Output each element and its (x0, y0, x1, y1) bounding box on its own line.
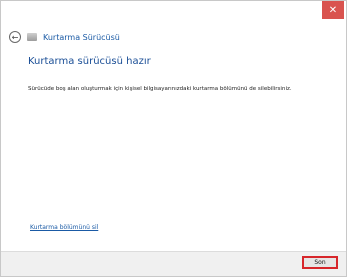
back-arrow-icon: ← (11, 32, 19, 42)
main-content: Kurtarma sürücüsü hazır Sürücüde boş ala… (28, 56, 326, 236)
nav-bar: ← Kurtarma Sürücüsü (9, 29, 120, 45)
close-icon: ✕ (328, 4, 338, 16)
description-text: Sürücüde boş alan oluşturmak için kişise… (28, 86, 292, 92)
back-button[interactable]: ← (9, 31, 21, 43)
window-title: Kurtarma Sürücüsü (43, 32, 120, 42)
dialog-footer: Son (1, 251, 346, 276)
delete-recovery-partition-link[interactable]: Kurtarma bölümünü sil (30, 224, 98, 231)
close-button[interactable]: ✕ (322, 1, 344, 19)
recovery-drive-icon (27, 33, 37, 41)
dialog-window: ✕ ← Kurtarma Sürücüsü Kurtarma sürücüsü … (0, 0, 347, 277)
page-heading: Kurtarma sürücüsü hazır (28, 56, 151, 67)
finish-button[interactable]: Son (302, 256, 338, 269)
title-bar: ✕ (1, 1, 346, 27)
